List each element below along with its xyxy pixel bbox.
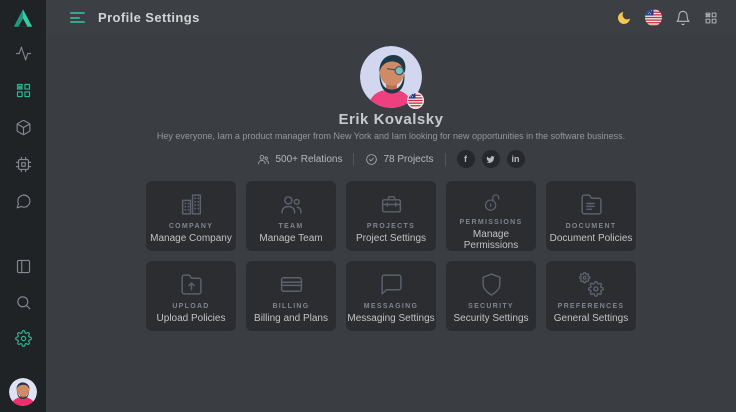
card-security[interactable]: Security Security Settings [446, 261, 536, 331]
cpu-icon[interactable] [15, 156, 32, 173]
projects-stat: 78 Projects [365, 153, 433, 166]
permissions-icon [479, 192, 504, 213]
relations-label: 500+ Relations [275, 154, 342, 165]
card-title: Document [566, 223, 617, 230]
messaging-icon [379, 272, 404, 297]
projects-icon [379, 192, 404, 217]
card-subtitle: Upload Policies [157, 313, 226, 324]
profile-name: Erik Kovalsky [46, 111, 736, 128]
chat-icon[interactable] [15, 193, 32, 210]
card-projects[interactable]: Projects Project Settings [346, 181, 436, 251]
card-subtitle: Messaging Settings [347, 313, 434, 324]
grid-icon[interactable] [15, 82, 32, 99]
sidebar-bottom [9, 258, 37, 412]
sidebar-nav [15, 35, 32, 210]
layout-icon[interactable] [15, 258, 32, 275]
twitter-icon[interactable] [482, 150, 500, 168]
users-icon [257, 153, 270, 166]
card-subtitle: Project Settings [356, 233, 426, 244]
triangle-logo-icon [12, 8, 34, 28]
top-bar: Profile Settings [46, 0, 736, 35]
sidebar [0, 0, 46, 412]
facebook-icon[interactable]: f [457, 150, 475, 168]
card-title: Billing [272, 303, 309, 310]
card-preferences[interactable]: Preferences General Settings [546, 261, 636, 331]
user-avatar-image [9, 378, 37, 406]
card-subtitle: Billing and Plans [254, 313, 328, 324]
card-document[interactable]: Document Document Policies [546, 181, 636, 251]
profile-bio: Hey everyone, Iam a product manager from… [46, 131, 736, 141]
card-subtitle: Manage Permissions [446, 229, 536, 251]
bell-icon[interactable] [675, 10, 691, 26]
card-title: Security [468, 303, 514, 310]
card-title: Team [278, 223, 303, 230]
apps-grid-icon[interactable] [704, 11, 718, 25]
relations-stat: 500+ Relations [257, 153, 342, 166]
card-title: Projects [367, 223, 415, 230]
main-content: Erik Kovalsky Hey everyone, Iam a produc… [46, 35, 736, 412]
activity-icon[interactable] [15, 45, 32, 62]
moon-icon[interactable] [616, 10, 632, 26]
social-links: f in [457, 150, 525, 168]
card-subtitle: Security Settings [453, 313, 528, 324]
linkedin-icon[interactable]: in [507, 150, 525, 168]
card-billing[interactable]: Billing Billing and Plans [246, 261, 336, 331]
page-title: Profile Settings [98, 10, 200, 25]
menu-toggle-icon[interactable] [70, 12, 85, 23]
card-messaging[interactable]: Messaging Messaging Settings [346, 261, 436, 331]
card-title: Upload [172, 303, 209, 310]
card-subtitle: Document Policies [550, 233, 633, 244]
card-title: Preferences [558, 303, 625, 310]
card-upload[interactable]: Upload Upload Policies [146, 261, 236, 331]
upload-icon [179, 272, 204, 297]
team-icon [279, 192, 304, 217]
app-logo[interactable] [0, 0, 46, 35]
preferences-icon [579, 272, 604, 297]
card-title: Company [169, 223, 213, 230]
header-actions [616, 9, 736, 26]
card-subtitle: General Settings [554, 313, 629, 324]
avatar-country-flag-icon [407, 92, 424, 109]
card-team[interactable]: Team Manage Team [246, 181, 336, 251]
card-title: Permissions [460, 219, 523, 226]
box-icon[interactable] [15, 119, 32, 136]
sidebar-user-avatar[interactable] [9, 378, 37, 406]
us-flag-icon[interactable] [645, 9, 662, 26]
projects-label: 78 Projects [383, 154, 433, 165]
search-icon[interactable] [15, 294, 32, 311]
settings-cards-grid: Company Manage Company Team Manage Team … [146, 181, 636, 331]
security-icon [479, 272, 504, 297]
card-subtitle: Manage Team [259, 233, 322, 244]
card-company[interactable]: Company Manage Company [146, 181, 236, 251]
stats-divider [353, 153, 354, 166]
company-icon [179, 192, 204, 217]
card-title: Messaging [364, 303, 418, 310]
settings-gear-icon[interactable] [15, 330, 32, 347]
profile-stats: 500+ Relations 78 Projects f in [46, 150, 736, 168]
check-circle-icon [365, 153, 378, 166]
card-permissions[interactable]: Permissions Manage Permissions [446, 181, 536, 251]
profile-avatar[interactable] [360, 46, 422, 108]
billing-icon [279, 272, 304, 297]
card-subtitle: Manage Company [150, 233, 232, 244]
stats-divider-2 [445, 153, 446, 166]
document-icon [579, 192, 604, 217]
